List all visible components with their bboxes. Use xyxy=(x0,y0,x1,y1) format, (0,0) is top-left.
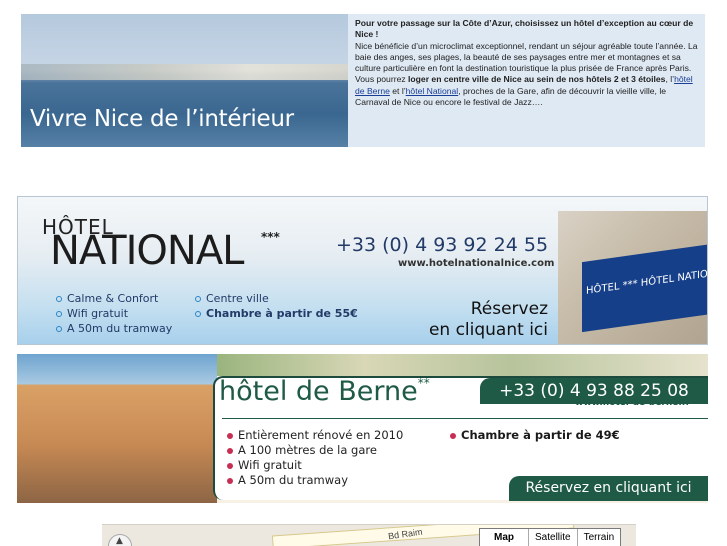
intro-paragraph-3: et l’ xyxy=(389,85,406,96)
berne-title: hôtel de Berne** xyxy=(219,376,430,407)
intro-paragraph-bold: loger en centre ville de Nice au sein de… xyxy=(408,74,666,85)
berne-divider xyxy=(222,418,708,419)
national-feature: A 50m du tramway xyxy=(56,322,172,335)
intro-text: Pour votre passage sur la Côte d’Azur, c… xyxy=(355,18,700,108)
dot-bullet-icon xyxy=(227,477,233,484)
palm-trees-graphic xyxy=(217,354,708,376)
hotel-de-berne-banner[interactable]: hôtel de Berne** +33 (0) 4 93 88 25 08 w… xyxy=(17,354,708,503)
dot-bullet-icon xyxy=(227,462,233,469)
circle-bullet-icon xyxy=(195,296,201,302)
map-type-satellite-button[interactable]: Satellite xyxy=(529,529,578,546)
national-website: www.hotelnationalnice.com xyxy=(398,258,555,269)
link-hotel-national[interactable]: hôtel National xyxy=(406,86,459,96)
national-feature: Centre ville xyxy=(195,292,269,305)
hotel-de-berne-facade-photo xyxy=(17,354,217,503)
intro-headline: Pour votre passage sur la Côte d’Azur, c… xyxy=(355,18,694,40)
national-brand: NATIONAL xyxy=(50,228,244,274)
map-type-map-button[interactable]: Map xyxy=(480,529,529,546)
google-map[interactable]: Bd Raim ▲ Map Satellite Terrain xyxy=(102,524,636,546)
circle-bullet-icon xyxy=(195,311,201,317)
map-type-terrain-button[interactable]: Terrain xyxy=(578,529,621,546)
berne-price: Chambre à partir de 49€ xyxy=(450,428,620,442)
national-reserve-cta[interactable]: Réservez en cliquant ici xyxy=(398,299,548,341)
intro-paragraph-2: , l’ xyxy=(665,74,675,85)
national-price: Chambre à partir de 55€ xyxy=(195,307,358,320)
berne-feature: A 100 mètres de la gare xyxy=(227,443,377,457)
berne-reserve-cta[interactable]: Réservez en cliquant ici xyxy=(509,476,708,501)
hotel-national-banner[interactable]: HÔTEL *** HÔTEL NATIONAL *** HÔTEL NATIO… xyxy=(17,196,708,345)
national-feature: Calme & Confort xyxy=(56,292,158,305)
intro-banner: Vivre Nice de l’intérieur Pour votre pas… xyxy=(21,14,705,147)
circle-bullet-icon xyxy=(56,311,62,317)
nice-bay-photo: Vivre Nice de l’intérieur xyxy=(21,14,348,147)
berne-website: www.hotel-de-berne.fr xyxy=(575,398,691,408)
map-type-control[interactable]: Map Satellite Terrain xyxy=(479,528,622,546)
national-stars: *** xyxy=(261,230,280,244)
coastline-graphic xyxy=(21,64,348,80)
national-feature: Wifi gratuit xyxy=(56,307,128,320)
berne-feature: A 50m du tramway xyxy=(227,473,348,487)
intro-tagline: Vivre Nice de l’intérieur xyxy=(30,106,294,132)
circle-bullet-icon xyxy=(56,326,62,332)
berne-feature: Entièrement rénové en 2010 xyxy=(227,428,403,442)
dot-bullet-icon xyxy=(450,432,456,439)
circle-bullet-icon xyxy=(56,296,62,302)
berne-feature: Wifi gratuit xyxy=(227,458,302,472)
national-phone: +33 (0) 4 93 92 24 55 xyxy=(336,234,549,256)
dot-bullet-icon xyxy=(227,447,233,454)
dot-bullet-icon xyxy=(227,432,233,439)
